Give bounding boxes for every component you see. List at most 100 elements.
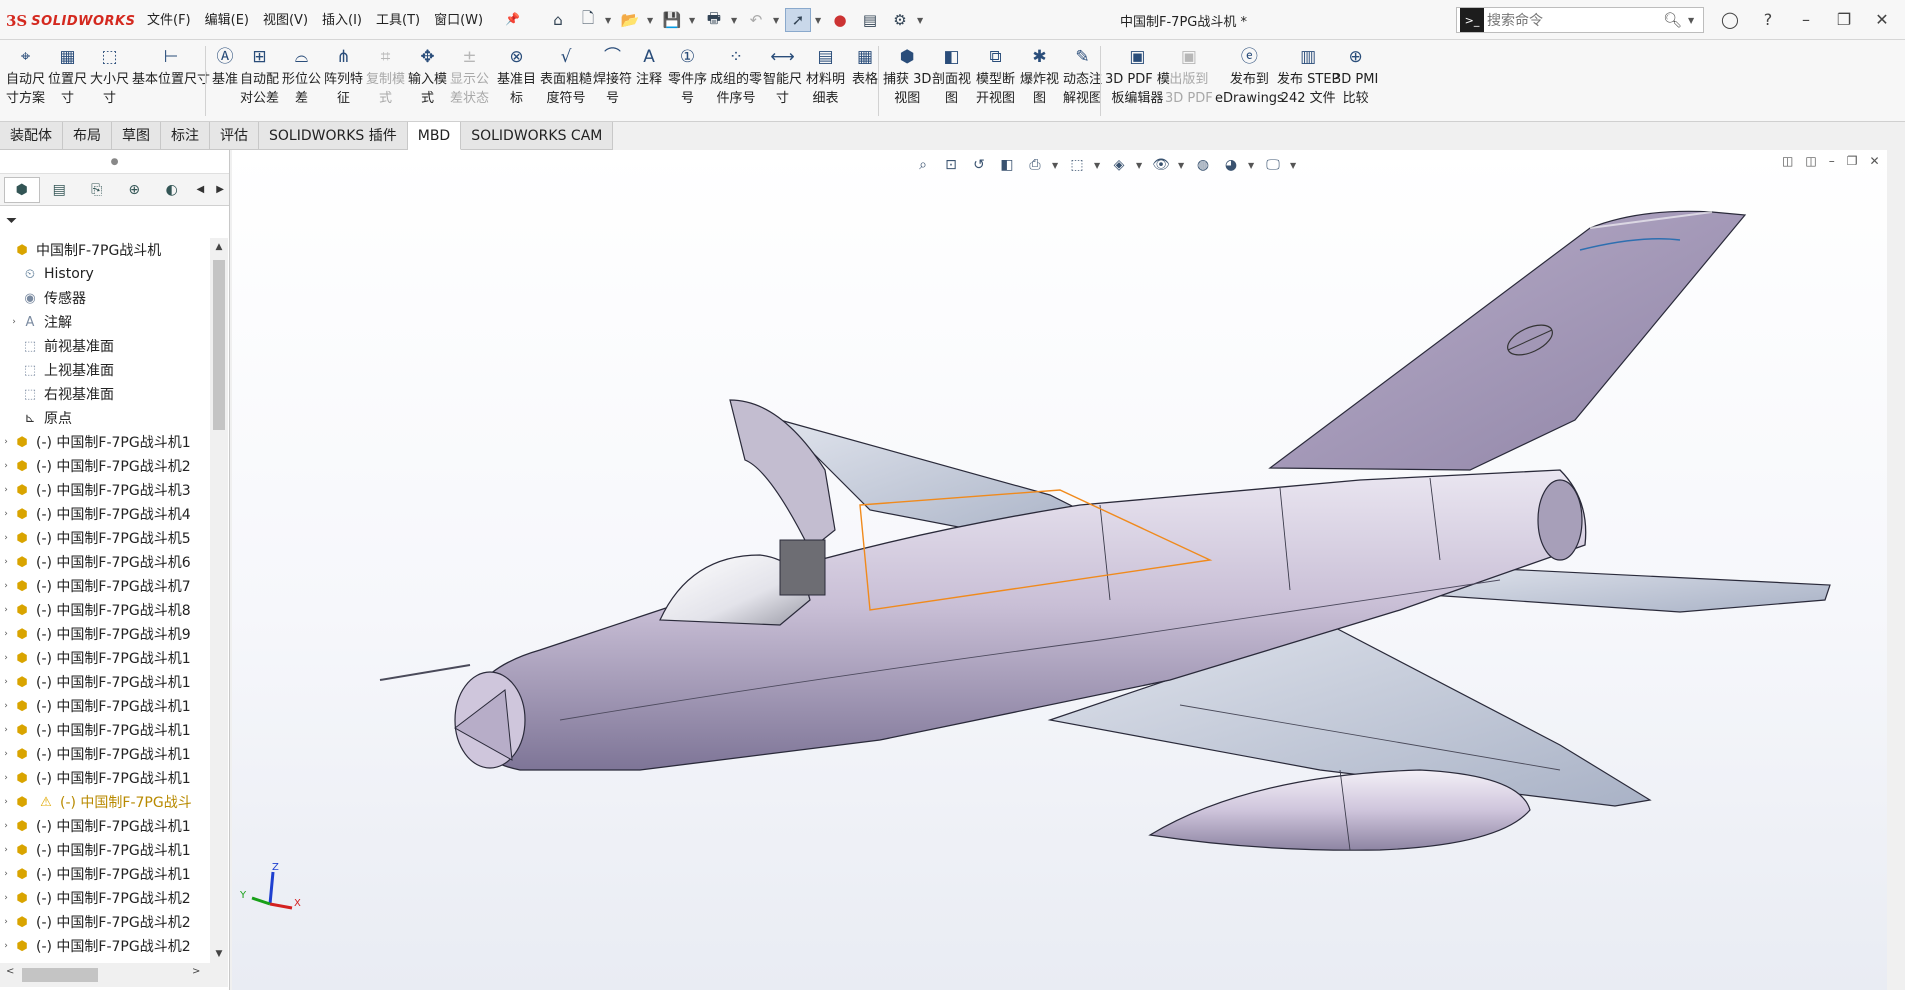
tree-vertical-scrollbar[interactable]: ▲ ▼: [210, 238, 228, 963]
expand-arrow-icon[interactable]: ›: [0, 533, 12, 543]
expand-arrow-icon[interactable]: ›: [0, 917, 12, 927]
save-dropdown-icon[interactable]: ▼: [689, 16, 697, 25]
options-dropdown-icon[interactable]: ▼: [917, 16, 925, 25]
new-document-icon[interactable]: 🗋: [575, 8, 601, 32]
configuration-manager-tab-icon[interactable]: ⎘: [79, 177, 115, 203]
ribbon-button[interactable]: ⬢ 捕获 3D 视图: [883, 44, 931, 108]
expand-arrow-icon[interactable]: ›: [0, 629, 12, 639]
command-tab[interactable]: SOLIDWORKS 插件: [259, 122, 408, 150]
tree-row[interactable]: › ⬢ (-) 中国制F-7PG战斗机4: [0, 502, 208, 526]
ribbon-button[interactable]: A 注释: [636, 44, 662, 89]
minimize-icon[interactable]: –: [1794, 6, 1818, 32]
ribbon-button[interactable]: ✎ 动态注 解视图: [1063, 44, 1102, 108]
expand-arrow-icon[interactable]: ›: [0, 701, 12, 711]
open-dropdown-icon[interactable]: ▼: [647, 16, 655, 25]
save-icon[interactable]: 💾: [659, 8, 685, 32]
tree-row[interactable]: › ⬢ (-) 中国制F-7PG战斗机7: [0, 574, 208, 598]
ribbon-button[interactable]: ⓔ 发布到 eDrawings: [1215, 44, 1284, 108]
expand-arrow-icon[interactable]: ›: [0, 869, 12, 879]
search-icon[interactable]: 🔍︎: [1663, 11, 1682, 29]
help-icon[interactable]: ?: [1756, 6, 1780, 32]
tree-row[interactable]: › ⬢ (-) 中国制F-7PG战斗机6: [0, 550, 208, 574]
home-icon[interactable]: ⌂: [545, 8, 571, 32]
tree-row[interactable]: ⬢ 中国制F-7PG战斗机: [0, 238, 208, 262]
tree-row[interactable]: › ⬢ (-) 中国制F-7PG战斗机9: [0, 622, 208, 646]
select-arrow-icon[interactable]: ➚: [785, 8, 811, 32]
pin-icon[interactable]: 📌: [505, 12, 520, 26]
expand-arrow-icon[interactable]: ›: [0, 797, 12, 807]
user-account-icon[interactable]: ◯: [1718, 6, 1742, 32]
scroll-left-icon[interactable]: <: [6, 966, 14, 977]
expand-arrow-icon[interactable]: ›: [0, 893, 12, 903]
hscroll-thumb[interactable]: [22, 968, 98, 982]
expand-arrow-icon[interactable]: ›: [0, 485, 12, 495]
tree-row[interactable]: ⬚ 前视基准面: [0, 334, 208, 358]
ribbon-button[interactable]: ⊗ 基准目 标: [497, 44, 536, 108]
ribbon-button[interactable]: ✱ 爆炸视 图: [1020, 44, 1059, 108]
display-manager-tab-icon[interactable]: ◐: [154, 177, 190, 203]
menu-item[interactable]: 视图(V): [256, 11, 315, 31]
command-tab[interactable]: 装配体: [0, 122, 63, 150]
panel-grip[interactable]: ●: [0, 150, 229, 174]
scroll-up-icon[interactable]: ▲: [210, 238, 228, 256]
command-tab[interactable]: 草图: [112, 122, 161, 150]
expand-arrow-icon[interactable]: ›: [0, 725, 12, 735]
tree-row[interactable]: › ⬢ (-) 中国制F-7PG战斗机1: [0, 670, 208, 694]
tree-row[interactable]: ◉ 传感器: [0, 286, 208, 310]
expand-arrow-icon[interactable]: ›: [0, 605, 12, 615]
property-manager-tab-icon[interactable]: ▤: [42, 177, 78, 203]
tree-row[interactable]: › ⬢ (-) 中国制F-7PG战斗机2: [0, 454, 208, 478]
open-folder-icon[interactable]: 📂: [617, 8, 643, 32]
command-tab[interactable]: SOLIDWORKS CAM: [461, 122, 614, 150]
jet-fighter-3d-model[interactable]: [232, 150, 1882, 990]
search-input[interactable]: [1487, 12, 1657, 28]
tree-row[interactable]: › ⬢ ⚠ (-) 中国制F-7PG战斗: [0, 790, 208, 814]
vertical-stabilizer[interactable]: [1268, 210, 1747, 471]
ribbon-button[interactable]: Ⓐ 基准: [212, 44, 238, 89]
tree-row[interactable]: ⬚ 上视基准面: [0, 358, 208, 382]
solidworks-logo[interactable]: 3S SOLIDWORKS: [6, 10, 135, 32]
menu-item[interactable]: 编辑(E): [198, 11, 256, 31]
expand-arrow-icon[interactable]: ›: [0, 581, 12, 591]
ribbon-button[interactable]: ⌓ 形位公 差: [282, 44, 321, 108]
tree-horizontal-scrollbar[interactable]: < >: [0, 963, 228, 987]
ribbon-button[interactable]: ▣ 3D PDF 模 板编辑器: [1105, 44, 1170, 108]
ribbon-button[interactable]: ± 显示公 差状态: [450, 44, 489, 108]
ribbon-button[interactable]: ✥ 输入模 式: [408, 44, 447, 108]
expand-arrow-icon[interactable]: ›: [0, 941, 12, 951]
expand-arrow-icon[interactable]: ›: [0, 749, 12, 759]
expand-arrow-icon[interactable]: ›: [0, 845, 12, 855]
tree-row[interactable]: › ⬢ (-) 中国制F-7PG战斗机1: [0, 838, 208, 862]
ribbon-button[interactable]: ⊢ 基本位置尺寸: [132, 44, 210, 89]
ribbon-button[interactable]: ⌗ 复制模 式: [366, 44, 405, 108]
tree-row[interactable]: › ⬢ (-) 中国制F-7PG战斗机1: [0, 694, 208, 718]
close-icon[interactable]: ✕: [1870, 6, 1894, 32]
undo-icon[interactable]: ↶: [743, 8, 769, 32]
print-icon[interactable]: 🖶: [701, 8, 727, 32]
undo-dropdown-icon[interactable]: ▼: [773, 16, 781, 25]
feature-manager-tab-icon[interactable]: ⬢: [4, 176, 40, 203]
tree-row[interactable]: › ⬢ (-) 中国制F-7PG战斗机2: [0, 934, 208, 958]
tree-row[interactable]: ⊾ 原点: [0, 406, 208, 430]
expand-arrow-icon[interactable]: ›: [0, 677, 12, 687]
ribbon-button[interactable]: ▣ 出版到 3D PDF: [1165, 44, 1213, 108]
expand-arrow-icon[interactable]: ›: [0, 557, 12, 567]
rebuild-traffic-light-icon[interactable]: ●: [827, 8, 853, 32]
ribbon-button[interactable]: ⧉ 模型断 开视图: [976, 44, 1015, 108]
scroll-down-icon[interactable]: ▼: [210, 945, 228, 963]
expand-arrow-icon[interactable]: ›: [0, 653, 12, 663]
tree-row[interactable]: › ⬢ (-) 中国制F-7PG战斗机1: [0, 766, 208, 790]
ribbon-button[interactable]: ▤ 材料明 细表: [806, 44, 845, 108]
scroll-thumb[interactable]: [213, 260, 225, 430]
tree-row[interactable]: › A 注解: [0, 310, 208, 334]
options-gear-icon[interactable]: ⚙: [887, 8, 913, 32]
expand-arrow-icon[interactable]: ›: [0, 437, 12, 447]
tree-row[interactable]: ⏲ History: [0, 262, 208, 286]
print-dropdown-icon[interactable]: ▼: [731, 16, 739, 25]
expand-arrow-icon[interactable]: ›: [0, 773, 12, 783]
drop-tank[interactable]: [1148, 769, 1531, 851]
menu-item[interactable]: 插入(I): [315, 11, 369, 31]
ribbon-button[interactable]: ▦ 表格: [852, 44, 878, 89]
tree-row[interactable]: › ⬢ (-) 中国制F-7PG战斗机1: [0, 742, 208, 766]
tree-row[interactable]: › ⬢ (-) 中国制F-7PG战斗机8: [0, 598, 208, 622]
